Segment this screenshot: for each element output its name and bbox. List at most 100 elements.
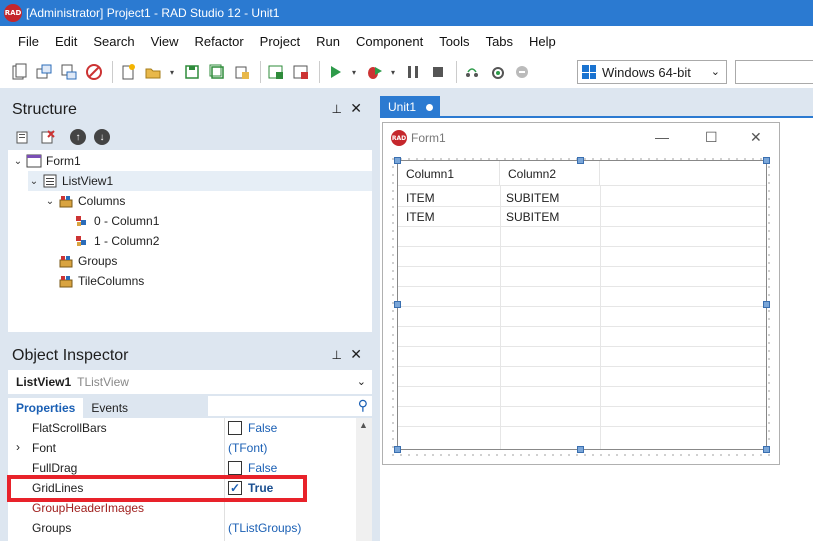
chevron-down-icon[interactable]: ⌄ [28, 176, 40, 187]
menu-run[interactable]: Run [308, 34, 348, 49]
tab-unit1[interactable]: Unit1 [380, 96, 440, 118]
new-items-icon[interactable] [8, 61, 30, 83]
open-folder-icon[interactable] [142, 61, 164, 83]
checkbox[interactable] [228, 461, 242, 475]
new-file-icon[interactable] [117, 61, 139, 83]
tree-node-columns[interactable]: ⌄ Columns [44, 191, 126, 211]
tree-node-label: 0 - Column1 [94, 214, 160, 228]
toggle-form-unit-icon[interactable] [290, 61, 312, 83]
resize-handle[interactable] [577, 157, 584, 164]
menu-help[interactable]: Help [521, 34, 564, 49]
tab-properties[interactable]: Properties [8, 398, 84, 418]
property-row-font[interactable]: › Font (TFont) [8, 438, 356, 458]
move-down-icon[interactable]: ↓ [94, 129, 110, 145]
property-value-text: (TFont) [228, 441, 268, 455]
column-header[interactable]: Column1 [398, 161, 500, 186]
listview1-component[interactable]: Column1 Column2 ITEM SUBITEM ITEM SUBITE… [397, 160, 767, 450]
menu-tools[interactable]: Tools [431, 34, 477, 49]
toolbar-separator [456, 61, 457, 83]
build-config-select[interactable] [735, 60, 813, 84]
menu-view[interactable]: View [143, 34, 187, 49]
pin-icon[interactable]: ⊥ [332, 102, 342, 116]
tree-node-label: Columns [78, 194, 126, 208]
menu-file[interactable]: File [10, 34, 47, 49]
pause-icon[interactable] [402, 61, 424, 83]
property-row-flatscrollbars[interactable]: FlatScrollBars False [8, 418, 356, 438]
chevron-down-icon[interactable]: ⌄ [12, 156, 24, 167]
menu-refactor[interactable]: Refactor [187, 34, 252, 49]
open-project-icon[interactable] [58, 61, 80, 83]
menu-project[interactable]: Project [252, 34, 308, 49]
toolbar-separator [260, 61, 261, 83]
resize-handle[interactable] [763, 157, 770, 164]
run-to-cursor-icon[interactable] [511, 61, 533, 83]
stop-run-icon[interactable] [427, 61, 449, 83]
item-icon [74, 214, 90, 228]
property-value[interactable]: False [228, 461, 277, 475]
search-icon[interactable]: ⚲ [358, 397, 368, 414]
tree-node-label: Form1 [46, 154, 81, 168]
title-bar: RAD [Administrator] Project1 - RAD Studi… [0, 0, 813, 26]
delete-component-icon[interactable] [37, 126, 59, 148]
add-to-project-icon[interactable] [231, 61, 253, 83]
close-icon[interactable]: ✕ [350, 100, 362, 117]
object-selector[interactable]: ListView1 TListView ⌄ [8, 370, 372, 394]
menu-search[interactable]: Search [85, 34, 142, 49]
inspector-scrollbar[interactable]: ▲ [356, 418, 372, 541]
menu-tabs[interactable]: Tabs [478, 34, 521, 49]
form-icon[interactable] [265, 61, 287, 83]
scroll-up-icon[interactable]: ▲ [359, 420, 368, 430]
column-header[interactable]: Column2 [500, 161, 600, 186]
resize-handle[interactable] [394, 301, 401, 308]
list-item[interactable]: ITEM [406, 210, 435, 224]
property-value-text: (TListGroups) [228, 521, 302, 535]
property-value-text: False [248, 421, 278, 435]
grid-line [398, 206, 766, 207]
target-platform-select[interactable]: Windows 64-bit ⌄ [577, 60, 727, 84]
resize-handle[interactable] [763, 446, 770, 453]
debug-icon[interactable] [363, 61, 385, 83]
debug-dropdown-icon[interactable]: ▾ [388, 61, 398, 83]
close-icon[interactable]: ✕ [350, 346, 362, 363]
modified-dot-icon[interactable] [426, 103, 434, 111]
menu-edit[interactable]: Edit [47, 34, 85, 49]
tree-node-listview1[interactable]: ⌄ ListView1 [28, 171, 372, 191]
pin-icon[interactable]: ⊥ [332, 348, 342, 362]
property-row-groups[interactable]: Groups (TListGroups) [8, 518, 356, 538]
add-component-icon[interactable] [12, 126, 34, 148]
grid-line [398, 406, 766, 407]
step-over-icon[interactable] [461, 61, 483, 83]
tree-node-form1[interactable]: ⌄ Form1 [12, 151, 81, 171]
list-item[interactable]: ITEM [406, 191, 435, 205]
menu-component[interactable]: Component [348, 34, 431, 49]
tab-events[interactable]: Events [83, 398, 136, 418]
grid-line [398, 306, 766, 307]
property-search-input[interactable]: ⚲ [208, 396, 372, 416]
structure-toolbar: ↑ ↓ [8, 124, 372, 150]
move-up-icon[interactable]: ↑ [70, 129, 86, 145]
resize-handle[interactable] [394, 446, 401, 453]
chevron-down-icon[interactable]: ⌄ [44, 196, 56, 207]
property-value[interactable]: (TFont) [228, 441, 267, 455]
collection-icon [58, 254, 74, 268]
tree-node-column2[interactable]: 1 - Column2 [74, 231, 159, 251]
tree-node-tilecolumns[interactable]: TileColumns [58, 271, 144, 291]
property-value[interactable]: (TListGroups) [228, 521, 301, 535]
run-dropdown-icon[interactable]: ▾ [349, 61, 359, 83]
open-icon[interactable] [33, 61, 55, 83]
tree-node-column1[interactable]: 0 - Column1 [74, 211, 159, 231]
resize-handle[interactable] [577, 446, 584, 453]
checkbox[interactable] [228, 421, 242, 435]
save-all-icon[interactable] [206, 61, 228, 83]
stop-icon[interactable] [83, 61, 105, 83]
resize-handle[interactable] [394, 157, 401, 164]
trace-into-icon[interactable] [486, 61, 508, 83]
form-icon [26, 154, 42, 168]
tree-node-groups[interactable]: Groups [58, 251, 117, 271]
save-icon[interactable] [181, 61, 203, 83]
property-value[interactable]: False [228, 421, 277, 435]
resize-handle[interactable] [763, 301, 770, 308]
chevron-right-icon[interactable]: › [16, 440, 20, 454]
chevron-down-icon[interactable]: ▾ [167, 61, 177, 83]
run-icon[interactable] [324, 61, 346, 83]
